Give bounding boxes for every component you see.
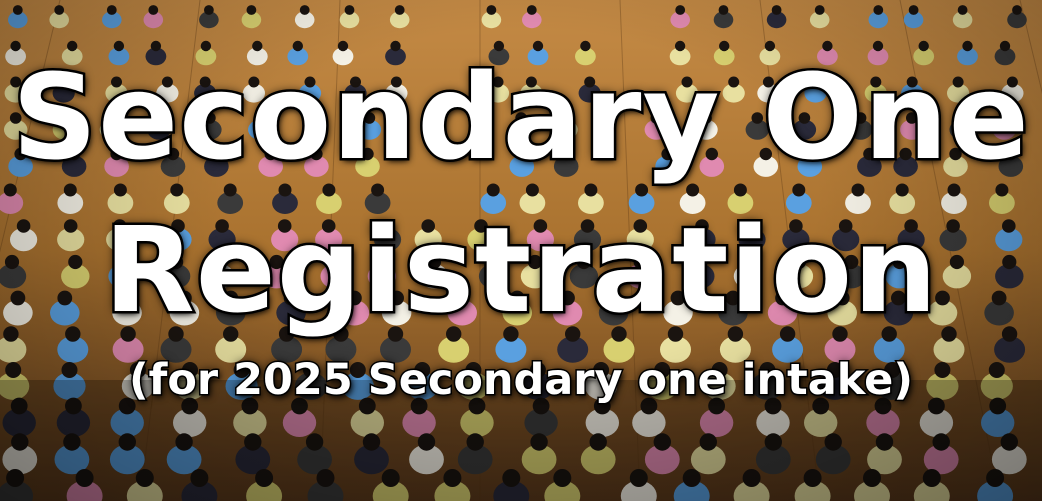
banner-title-line2: Registration — [101, 201, 939, 339]
banner-title-line1: Secondary One — [10, 48, 1032, 186]
banner-subtitle: (for 2025 Secondary one intake) — [128, 354, 915, 407]
registration-banner: Secondary One Registration (for 2025 Sec… — [0, 0, 1042, 501]
